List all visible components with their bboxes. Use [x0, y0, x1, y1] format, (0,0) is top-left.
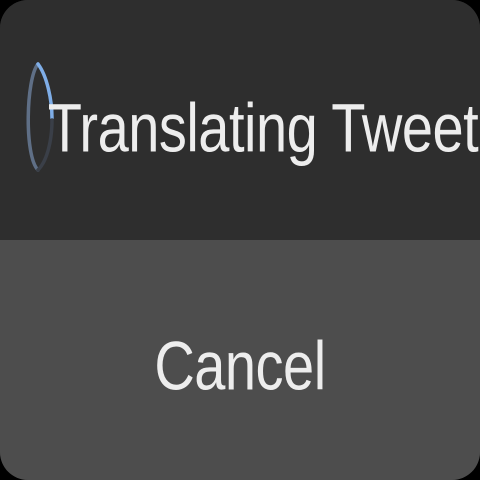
cancel-button[interactable]: [0, 240, 480, 480]
translation-status-row: Translating Tweet: [0, 0, 480, 240]
translation-dialog: Translating Tweet Cancel: [0, 0, 480, 480]
translating-status-text: Translating Tweet: [47, 89, 479, 167]
